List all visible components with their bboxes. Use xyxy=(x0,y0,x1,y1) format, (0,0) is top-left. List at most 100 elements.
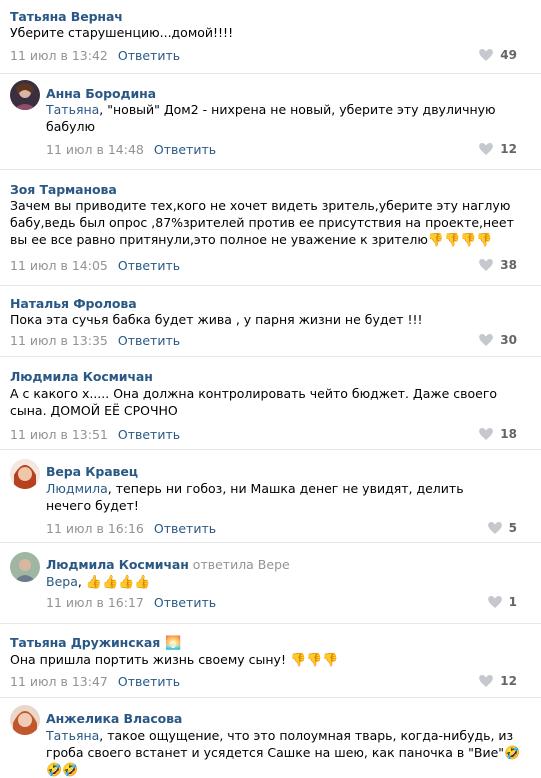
like-button[interactable]: 12 xyxy=(479,142,517,156)
comment-text: Пока эта сучья бабка будет жива , у парн… xyxy=(10,312,423,327)
comment-author[interactable]: Зоя Тарманова xyxy=(10,182,117,197)
comment-meta: 11 июл в 16:16 Ответить xyxy=(46,521,216,536)
reply-button[interactable]: Ответить xyxy=(118,674,180,689)
like-button[interactable]: 5 xyxy=(487,521,517,535)
comment-date[interactable]: 11 июл в 13:47 xyxy=(10,674,108,689)
thumbs-up-emoji xyxy=(134,576,150,589)
comment-date[interactable]: 11 июл в 14:05 xyxy=(10,258,108,273)
comment: Зоя Тарманова Зачем вы приводите тех,ког… xyxy=(0,171,541,286)
comment: Людмила Космичан ответила Вере Вера, 11 и… xyxy=(0,544,541,624)
heart-icon xyxy=(479,143,494,155)
like-count: 12 xyxy=(500,142,517,156)
reply-button[interactable]: Ответить xyxy=(118,258,180,273)
comment: Татьяна Дружинская Она пришла портить жи… xyxy=(0,625,541,698)
comment: Анжелика Власова Татьяна, такое ощущение… xyxy=(0,699,541,776)
thumbs-down-emoji xyxy=(444,234,460,247)
comment-meta: 11 июл в 14:48 Ответить xyxy=(46,142,216,157)
reply-button[interactable]: Ответить xyxy=(118,48,180,63)
reply-button[interactable]: Ответить xyxy=(154,595,216,610)
heart-icon xyxy=(479,428,494,440)
comment-meta: 11 июл в 13:35 Ответить xyxy=(10,333,180,348)
like-count: 18 xyxy=(500,427,517,441)
comment-author[interactable]: Людмила Космичан xyxy=(10,369,153,384)
rofl-emoji xyxy=(504,747,520,760)
sunset-emoji xyxy=(165,637,181,650)
avatar[interactable] xyxy=(10,80,40,110)
thumbs-down-emoji xyxy=(306,654,322,667)
comment-author[interactable]: Анна Бородина xyxy=(46,86,156,101)
like-button[interactable]: 30 xyxy=(479,333,517,347)
comments-feed: Татьяна Вернач Уберите старушенцию...дом… xyxy=(0,0,541,776)
like-count: 12 xyxy=(500,674,517,688)
thumbs-down-emoji xyxy=(290,654,306,667)
comment-author[interactable]: Татьяна Вернач xyxy=(10,9,123,24)
comment-date[interactable]: 11 июл в 16:17 xyxy=(46,595,144,610)
like-count: 30 xyxy=(500,333,517,347)
comment-author[interactable]: Вера Кравец xyxy=(46,464,138,479)
comment: Вера Кравец Людмила, теперь ни гобоз, ни… xyxy=(0,451,541,543)
like-count: 49 xyxy=(500,48,517,62)
heart-icon xyxy=(479,49,494,61)
comment: Татьяна Вернач Уберите старушенцию...дом… xyxy=(0,0,541,74)
comment-text: Татьяна, "новый" Дом2 - нихрена не новый… xyxy=(46,102,496,134)
rofl-emoji xyxy=(46,764,62,777)
comment-meta: 11 июл в 13:51 Ответить xyxy=(10,427,180,442)
reply-button[interactable]: Ответить xyxy=(118,427,180,442)
comment-text: Людмила, теперь ни гобоз, ни Машка денег… xyxy=(46,481,464,513)
thumbs-up-emoji xyxy=(102,576,118,589)
comment-date[interactable]: 11 июл в 13:51 xyxy=(10,427,108,442)
comment-text: Уберите старушенцию...домой!!!! xyxy=(10,25,234,40)
comment-meta: 11 июл в 16:17 Ответить xyxy=(46,595,216,610)
thumbs-down-emoji xyxy=(322,654,338,667)
mention-link[interactable]: Людмила xyxy=(46,481,108,496)
comment-author[interactable]: Татьяна Дружинская xyxy=(10,635,160,650)
comment: Людмила Космичан А с какого х..... Она д… xyxy=(0,358,541,450)
mention-link[interactable]: Вера xyxy=(46,574,78,589)
comment: Анна Бородина Татьяна, "новый" Дом2 - ни… xyxy=(0,75,541,170)
comment-author[interactable]: Людмила Космичан xyxy=(46,557,189,572)
comment-date[interactable]: 11 июл в 13:42 xyxy=(10,48,108,63)
like-button[interactable]: 1 xyxy=(487,595,517,609)
reply-button[interactable]: Ответить xyxy=(154,142,216,157)
mention-link[interactable]: Татьяна xyxy=(46,728,99,743)
like-count: 1 xyxy=(508,595,517,609)
like-button[interactable]: 12 xyxy=(479,674,517,688)
like-count: 38 xyxy=(500,258,517,272)
comment: Наталья Фролова Пока эта сучья бабка буд… xyxy=(0,287,541,357)
heart-icon xyxy=(487,522,502,534)
rofl-emoji xyxy=(62,764,78,777)
heart-icon xyxy=(479,334,494,346)
thumbs-down-emoji xyxy=(476,234,492,247)
heart-icon xyxy=(487,596,502,608)
like-button[interactable]: 38 xyxy=(479,258,517,272)
like-count: 5 xyxy=(508,521,517,535)
like-button[interactable]: 49 xyxy=(479,48,517,62)
comment-text: Татьяна, такое ощущение, что это полоумн… xyxy=(46,727,521,778)
comment-date[interactable]: 11 июл в 14:48 xyxy=(46,142,144,157)
avatar[interactable] xyxy=(10,705,40,735)
comment-author[interactable]: Наталья Фролова xyxy=(10,296,137,311)
comment-meta: 11 июл в 14:05 Ответить xyxy=(10,258,180,273)
thumbs-down-emoji xyxy=(460,234,476,247)
comment-text: Вера, xyxy=(46,573,511,590)
comment-text: Она пришла портить жизнь своему сыну! xyxy=(10,651,515,668)
comment-meta: 11 июл в 13:42 Ответить xyxy=(10,48,180,63)
thumbs-down-emoji xyxy=(428,234,444,247)
mention-link[interactable]: Татьяна xyxy=(46,102,99,117)
avatar[interactable] xyxy=(10,459,40,489)
comment-text: Зачем вы приводите тех,кого не хочет вид… xyxy=(10,197,520,248)
comment-meta: 11 июл в 13:47 Ответить xyxy=(10,674,180,689)
replied-to-label[interactable]: ответила Вере xyxy=(193,557,290,572)
heart-icon xyxy=(479,259,494,271)
thumbs-up-emoji xyxy=(86,576,102,589)
reply-button[interactable]: Ответить xyxy=(154,521,216,536)
comment-date[interactable]: 11 июл в 16:16 xyxy=(46,521,144,536)
comment-date[interactable]: 11 июл в 13:35 xyxy=(10,333,108,348)
comment-author[interactable]: Анжелика Власова xyxy=(46,711,182,726)
thumbs-up-emoji xyxy=(118,576,134,589)
heart-icon xyxy=(479,675,494,687)
reply-button[interactable]: Ответить xyxy=(118,333,180,348)
comment-text: А с какого х..... Она должна контролиров… xyxy=(10,386,498,418)
avatar[interactable] xyxy=(10,552,40,582)
like-button[interactable]: 18 xyxy=(479,427,517,441)
